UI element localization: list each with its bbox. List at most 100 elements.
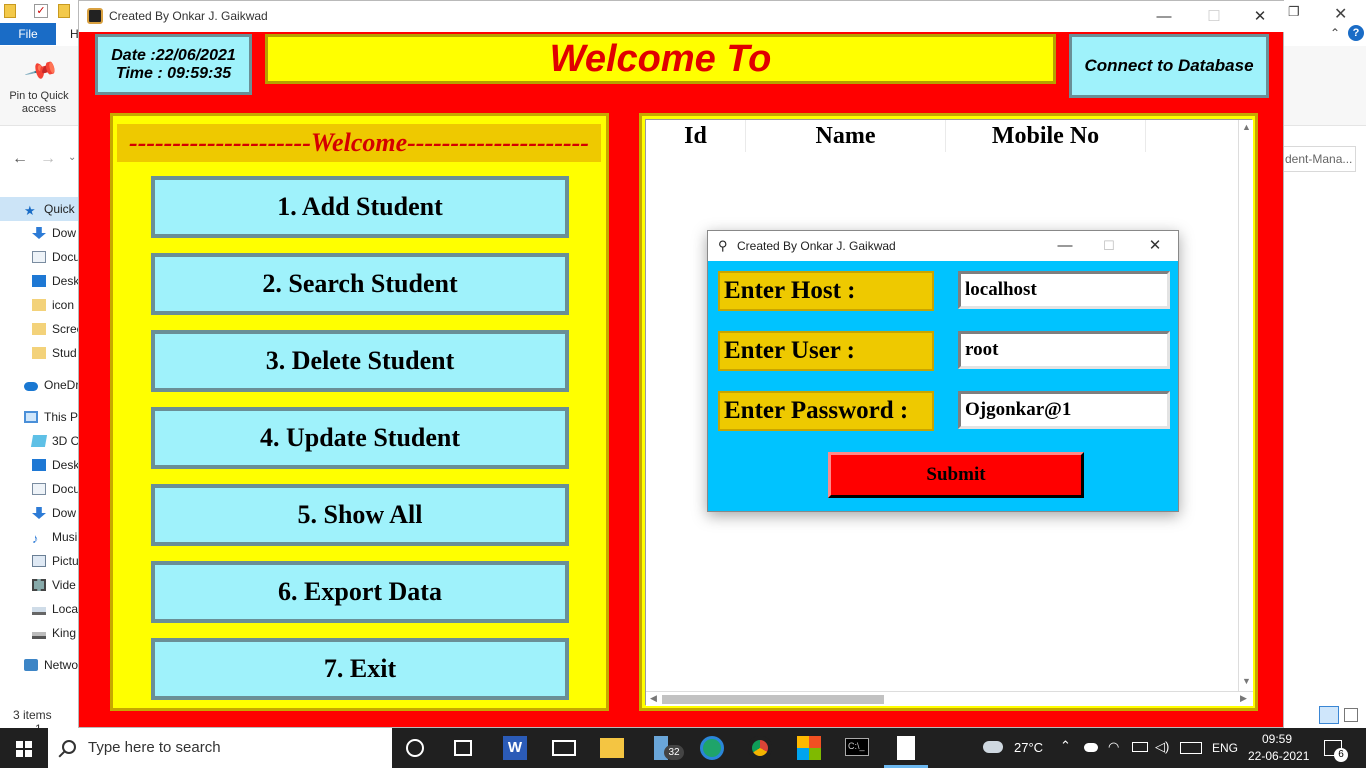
scroll-up-icon[interactable]: ▲ xyxy=(1242,122,1251,132)
search-placeholder: Type here to search xyxy=(88,739,221,756)
close-icon[interactable]: ✕ xyxy=(1132,234,1178,258)
restore-icon[interactable]: ❐ xyxy=(1288,4,1300,20)
mail-icon[interactable] xyxy=(552,740,576,756)
task-view-icon[interactable] xyxy=(454,740,472,756)
picture-icon xyxy=(32,555,46,567)
database-connection-dialog: ⚲ Created By Onkar J. Gaikwad — ☐ ✕ Ente… xyxy=(707,230,1179,512)
speaker-icon[interactable]: ◁) xyxy=(1155,739,1169,755)
vertical-scrollbar[interactable]: ▲ ▼ xyxy=(1238,120,1253,691)
folder-icon xyxy=(32,299,46,311)
start-button[interactable] xyxy=(0,728,48,768)
maximize-icon[interactable]: ☐ xyxy=(1086,234,1132,258)
connect-to-database-button[interactable]: Connect to Database xyxy=(1069,34,1269,98)
terminal-icon[interactable]: C:\_ xyxy=(845,738,869,756)
export-data-button[interactable]: 6. Export Data xyxy=(151,561,569,623)
checkbox-icon: ✓ xyxy=(34,4,48,18)
nav-item-onedrive[interactable]: OneDr xyxy=(0,373,80,397)
document-icon xyxy=(32,251,46,263)
tk-feather-icon: ⚲ xyxy=(718,238,728,253)
weather-temperature[interactable]: 27°C xyxy=(1014,740,1043,755)
document-icon xyxy=(32,483,46,495)
tiles-view-icon[interactable] xyxy=(1344,708,1358,722)
scroll-right-icon[interactable]: ▶ xyxy=(1240,693,1247,704)
wifi-icon[interactable]: ◠ xyxy=(1108,739,1119,755)
chevron-up-icon[interactable]: ⌃ xyxy=(1330,26,1340,40)
submit-button[interactable]: Submit xyxy=(828,452,1084,498)
close-icon[interactable]: ✕ xyxy=(1334,4,1347,24)
edge-icon[interactable] xyxy=(700,736,724,760)
nav-item-network[interactable]: Netwo xyxy=(0,653,80,677)
nav-item-videos[interactable]: Vide xyxy=(0,573,80,597)
search-student-button[interactable]: 2. Search Student xyxy=(151,253,569,315)
forward-arrow-icon[interactable]: → xyxy=(40,150,56,168)
nav-item-desktop-2[interactable]: Desk xyxy=(0,453,80,477)
chevron-up-icon[interactable]: ⌃ xyxy=(1060,738,1071,754)
folder-icon xyxy=(4,4,16,18)
user-input[interactable] xyxy=(958,331,1170,369)
scroll-left-icon[interactable]: ◀ xyxy=(650,693,657,704)
close-icon[interactable]: ✕ xyxy=(1237,5,1283,29)
nav-item-this-pc[interactable]: This P xyxy=(0,405,80,429)
horizontal-scrollbar[interactable]: ◀ ▶ xyxy=(646,691,1253,706)
password-input[interactable] xyxy=(958,391,1170,429)
cortana-icon[interactable] xyxy=(406,739,424,757)
nav-item-local-disk[interactable]: Loca xyxy=(0,597,80,621)
file-tab[interactable]: File xyxy=(0,23,56,45)
word-icon[interactable]: W xyxy=(503,736,527,760)
details-view-icon[interactable] xyxy=(1319,706,1339,724)
nav-item-desktop[interactable]: Desk xyxy=(0,269,80,293)
battery-icon[interactable] xyxy=(1132,742,1148,752)
welcome-banner: Welcome To xyxy=(265,34,1056,84)
nav-item-downloads-2[interactable]: Dow xyxy=(0,501,80,525)
column-header-id[interactable]: Id xyxy=(646,120,746,152)
folder-icon xyxy=(32,323,46,335)
nav-item-kingston[interactable]: King xyxy=(0,621,80,645)
help-icon[interactable]: ? xyxy=(1348,25,1364,41)
taskbar-search[interactable]: Type here to search xyxy=(48,728,392,768)
onedrive-cloud-icon[interactable] xyxy=(1084,743,1098,752)
address-crumb[interactable]: dent-Mana... xyxy=(1280,146,1356,172)
cloud-icon xyxy=(24,382,38,391)
nav-item-documents-2[interactable]: Docu xyxy=(0,477,80,501)
drive-icon xyxy=(32,607,46,615)
keyboard-icon[interactable] xyxy=(1180,742,1202,754)
nav-item-3d-objects[interactable]: 3D O xyxy=(0,429,80,453)
clock-time[interactable]: 09:59 xyxy=(1262,732,1292,746)
chevron-down-icon[interactable]: ⌄ xyxy=(68,152,76,163)
nav-item-pictures[interactable]: Pictu xyxy=(0,549,80,573)
host-input[interactable] xyxy=(958,271,1170,309)
network-icon xyxy=(24,659,38,671)
folder-icon xyxy=(32,347,46,359)
nav-item-downloads[interactable]: Dow xyxy=(0,221,80,245)
scrollbar-thumb[interactable] xyxy=(662,695,884,704)
chrome-icon[interactable] xyxy=(748,736,772,760)
store-icon[interactable] xyxy=(797,736,821,760)
nav-item-screenshots[interactable]: Scree xyxy=(0,317,80,341)
exit-button[interactable]: 7. Exit xyxy=(151,638,569,700)
maximize-icon[interactable]: ☐ xyxy=(1191,5,1237,29)
minimize-icon[interactable]: — xyxy=(1042,234,1088,258)
show-all-button[interactable]: 5. Show All xyxy=(151,484,569,546)
search-icon xyxy=(62,740,76,754)
language-indicator[interactable]: ENG xyxy=(1212,741,1238,755)
file-explorer-icon[interactable] xyxy=(600,738,624,758)
column-header-mobile[interactable]: Mobile No xyxy=(946,120,1146,152)
clock-date[interactable]: 22-06-2021 xyxy=(1248,749,1309,763)
nav-item-music[interactable]: ♪ Musi xyxy=(0,525,80,549)
column-header-name[interactable]: Name xyxy=(746,120,946,152)
pin-quick-access-button[interactable]: Pin to Quick access xyxy=(4,90,74,116)
nav-item-icon-folder[interactable]: icon xyxy=(0,293,80,317)
cube-icon xyxy=(30,435,48,447)
notepad-icon[interactable] xyxy=(897,736,915,760)
minimize-icon[interactable]: — xyxy=(1141,5,1187,29)
scroll-down-icon[interactable]: ▼ xyxy=(1242,676,1251,686)
window-title: Created By Onkar J. Gaikwad xyxy=(109,9,268,23)
update-student-button[interactable]: 4. Update Student xyxy=(151,407,569,469)
nav-item-student[interactable]: Stud xyxy=(0,341,80,365)
back-arrow-icon[interactable]: ← xyxy=(12,150,28,168)
weather-cloud-icon[interactable] xyxy=(983,741,1003,753)
nav-item-quick-access[interactable]: ★ Quick xyxy=(0,197,80,221)
delete-student-button[interactable]: 3. Delete Student xyxy=(151,330,569,392)
nav-item-documents[interactable]: Docu xyxy=(0,245,80,269)
add-student-button[interactable]: 1. Add Student xyxy=(151,176,569,238)
